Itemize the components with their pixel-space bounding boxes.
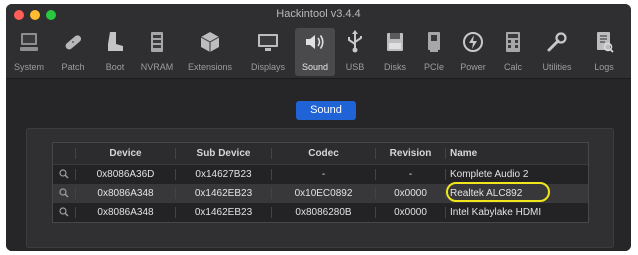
toolbar-sound-button[interactable]: Sound	[295, 28, 335, 76]
cell-device: 0x8086A348	[75, 188, 175, 199]
header-device[interactable]: Device	[75, 148, 175, 159]
nvram-icon	[151, 32, 163, 52]
sound-content: Sound Device Sub Device Codec Revision N…	[6, 79, 631, 251]
cell-name: Intel Kabylake HDMI	[445, 207, 588, 218]
cell-name: Komplete Audio 2	[445, 169, 588, 180]
disk-icon	[387, 33, 403, 51]
toolbar-nvram-button[interactable]: NVRAM	[136, 28, 178, 76]
row-lookup-button[interactable]	[53, 169, 75, 180]
toolbar-usb-button[interactable]: USB	[338, 28, 372, 76]
row-lookup-button[interactable]	[53, 188, 75, 199]
usb-icon	[348, 30, 362, 53]
logs-icon	[597, 32, 614, 53]
computer-icon	[20, 33, 38, 51]
highlight-annotation-ring	[446, 182, 550, 202]
toolbar-pcie-button[interactable]: PCIe	[417, 28, 451, 76]
sound-tab-button[interactable]: Sound	[296, 101, 356, 120]
cell-codec: 0x8086280B	[271, 207, 375, 218]
toolbar-utilities-button[interactable]: Utilities	[533, 28, 581, 76]
toolbar-calc-button[interactable]: Calc	[496, 28, 530, 76]
wrench-icon	[547, 32, 567, 52]
cell-codec: 0x10EC0892	[271, 188, 375, 199]
magnifier-icon	[59, 207, 69, 217]
magnifier-icon	[59, 169, 69, 179]
display-icon	[258, 34, 278, 51]
row-lookup-button[interactable]	[53, 207, 75, 218]
toolbar-logs-button[interactable]: Logs	[586, 28, 622, 76]
table-row[interactable]: 0x8086A348 0x1462EB23 0x8086280B 0x0000 …	[53, 203, 588, 222]
cell-device: 0x8086A348	[75, 207, 175, 218]
cell-revision: 0x0000	[375, 188, 445, 199]
cell-codec: -	[271, 169, 375, 180]
table-header: Device Sub Device Codec Revision Name	[53, 143, 588, 165]
title-bar: Hackintool v3.4.4	[6, 4, 631, 26]
toolbar-displays-button[interactable]: Displays	[244, 28, 292, 76]
toolbar-system-button[interactable]: System	[9, 28, 49, 76]
toolbar-extensions-button[interactable]: Extensions	[180, 28, 240, 76]
header-revision[interactable]: Revision	[375, 148, 445, 159]
cell-device: 0x8086A36D	[75, 169, 175, 180]
cell-sub-device: 0x1462EB23	[175, 207, 271, 218]
toolbar: System Patch Boot NVRAM Extensions Displ…	[6, 26, 631, 79]
header-sub-device[interactable]: Sub Device	[175, 148, 271, 159]
calculator-icon	[506, 32, 520, 52]
toolbar-boot-button[interactable]: Boot	[97, 28, 133, 76]
speaker-icon	[306, 35, 324, 49]
extensions-box-icon	[200, 32, 220, 52]
cell-revision: -	[375, 169, 445, 180]
bandage-icon	[65, 35, 82, 50]
window-title: Hackintool v3.4.4	[276, 8, 361, 20]
boot-icon	[108, 32, 123, 51]
power-icon	[463, 32, 483, 52]
magnifier-icon	[59, 188, 69, 198]
header-name[interactable]: Name	[445, 148, 588, 159]
hackintool-window: Hackintool v3.4.4 System Patch Boot NVRA…	[6, 4, 631, 251]
toolbar-patch-button[interactable]: Patch	[53, 28, 93, 76]
pcie-card-icon	[428, 32, 440, 52]
cell-sub-device: 0x1462EB23	[175, 188, 271, 199]
toolbar-power-button[interactable]: Power	[454, 28, 492, 76]
header-codec[interactable]: Codec	[271, 148, 375, 159]
cell-sub-device: 0x14627B23	[175, 169, 271, 180]
toolbar-disks-button[interactable]: Disks	[376, 28, 414, 76]
cell-revision: 0x0000	[375, 207, 445, 218]
